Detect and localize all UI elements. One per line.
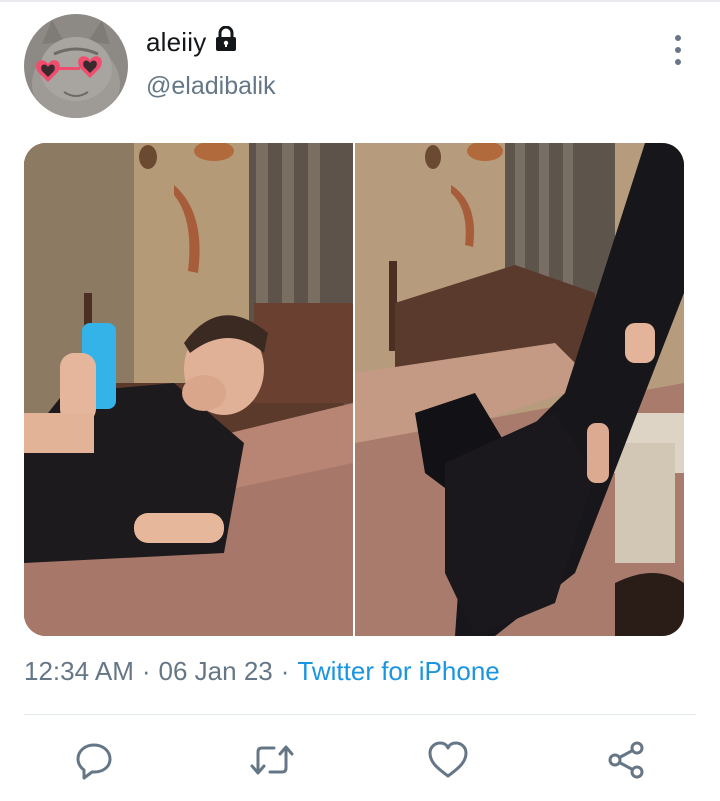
more-dot (675, 59, 681, 65)
tweet-meta: 12:34 AM · 06 Jan 23 · Twitter for iPhone (24, 656, 500, 687)
photo-right[interactable] (355, 143, 684, 636)
tweet-media[interactable] (24, 143, 684, 636)
retweet-icon (250, 745, 294, 775)
more-vertical-icon (675, 35, 681, 41)
share-icon (608, 741, 644, 779)
handle[interactable]: @eladibalik (146, 72, 276, 101)
share-button[interactable] (604, 738, 648, 782)
meta-separator: · (280, 656, 290, 686)
more-dot (675, 47, 681, 53)
lock-icon (214, 25, 238, 59)
reply-icon (76, 743, 112, 780)
display-name[interactable]: aleiiy (146, 27, 206, 58)
actions-divider (24, 714, 696, 715)
heart-icon (428, 741, 468, 778)
tweet-date[interactable]: 06 Jan 23 (159, 656, 273, 686)
display-name-row[interactable]: aleiiy (146, 25, 238, 59)
avatar[interactable] (24, 14, 128, 118)
reply-button[interactable] (72, 738, 116, 782)
tweet-time[interactable]: 12:34 AM (24, 656, 134, 686)
like-button[interactable] (426, 738, 470, 782)
meta-separator: · (141, 656, 151, 686)
photo-left[interactable] (24, 143, 353, 636)
top-divider (0, 0, 720, 2)
retweet-button[interactable] (250, 738, 294, 782)
tweet-actions (0, 738, 720, 788)
more-button[interactable] (664, 30, 692, 70)
tweet-source-link[interactable]: Twitter for iPhone (297, 656, 499, 686)
